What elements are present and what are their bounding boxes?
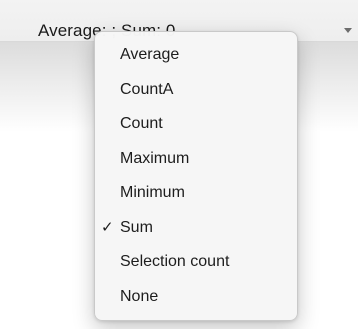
menu-item-average[interactable]: Average [95, 38, 297, 73]
menu-item-none[interactable]: None [95, 280, 297, 315]
menu-item-label: Average [120, 46, 180, 63]
menu-item-minimum[interactable]: Minimum [95, 176, 297, 211]
summary-function-menu: Average CountA Count Maximum Minimum ✓ S… [94, 31, 298, 321]
menu-item-label: Maximum [120, 149, 190, 167]
menu-item-sum[interactable]: ✓ Sum [95, 211, 297, 246]
menu-item-maximum[interactable]: Maximum [95, 142, 297, 177]
menu-item-label: Selection count [120, 253, 230, 270]
menu-item-selection-count[interactable]: Selection count [95, 245, 297, 280]
menu-item-counta[interactable]: CountA [95, 73, 297, 108]
app-window: Average: ; Sum: 0 Average CountA Count M… [0, 0, 358, 329]
menu-item-label: Sum [120, 218, 153, 236]
menu-item-label: None [120, 287, 159, 305]
menu-item-label: Count [120, 115, 163, 132]
menu-item-count[interactable]: Count [95, 107, 297, 142]
menu-item-label: CountA [120, 80, 174, 98]
menu-item-label: Minimum [120, 184, 185, 201]
chevron-down-icon[interactable] [344, 28, 352, 33]
checkmark-icon: ✓ [101, 218, 114, 236]
